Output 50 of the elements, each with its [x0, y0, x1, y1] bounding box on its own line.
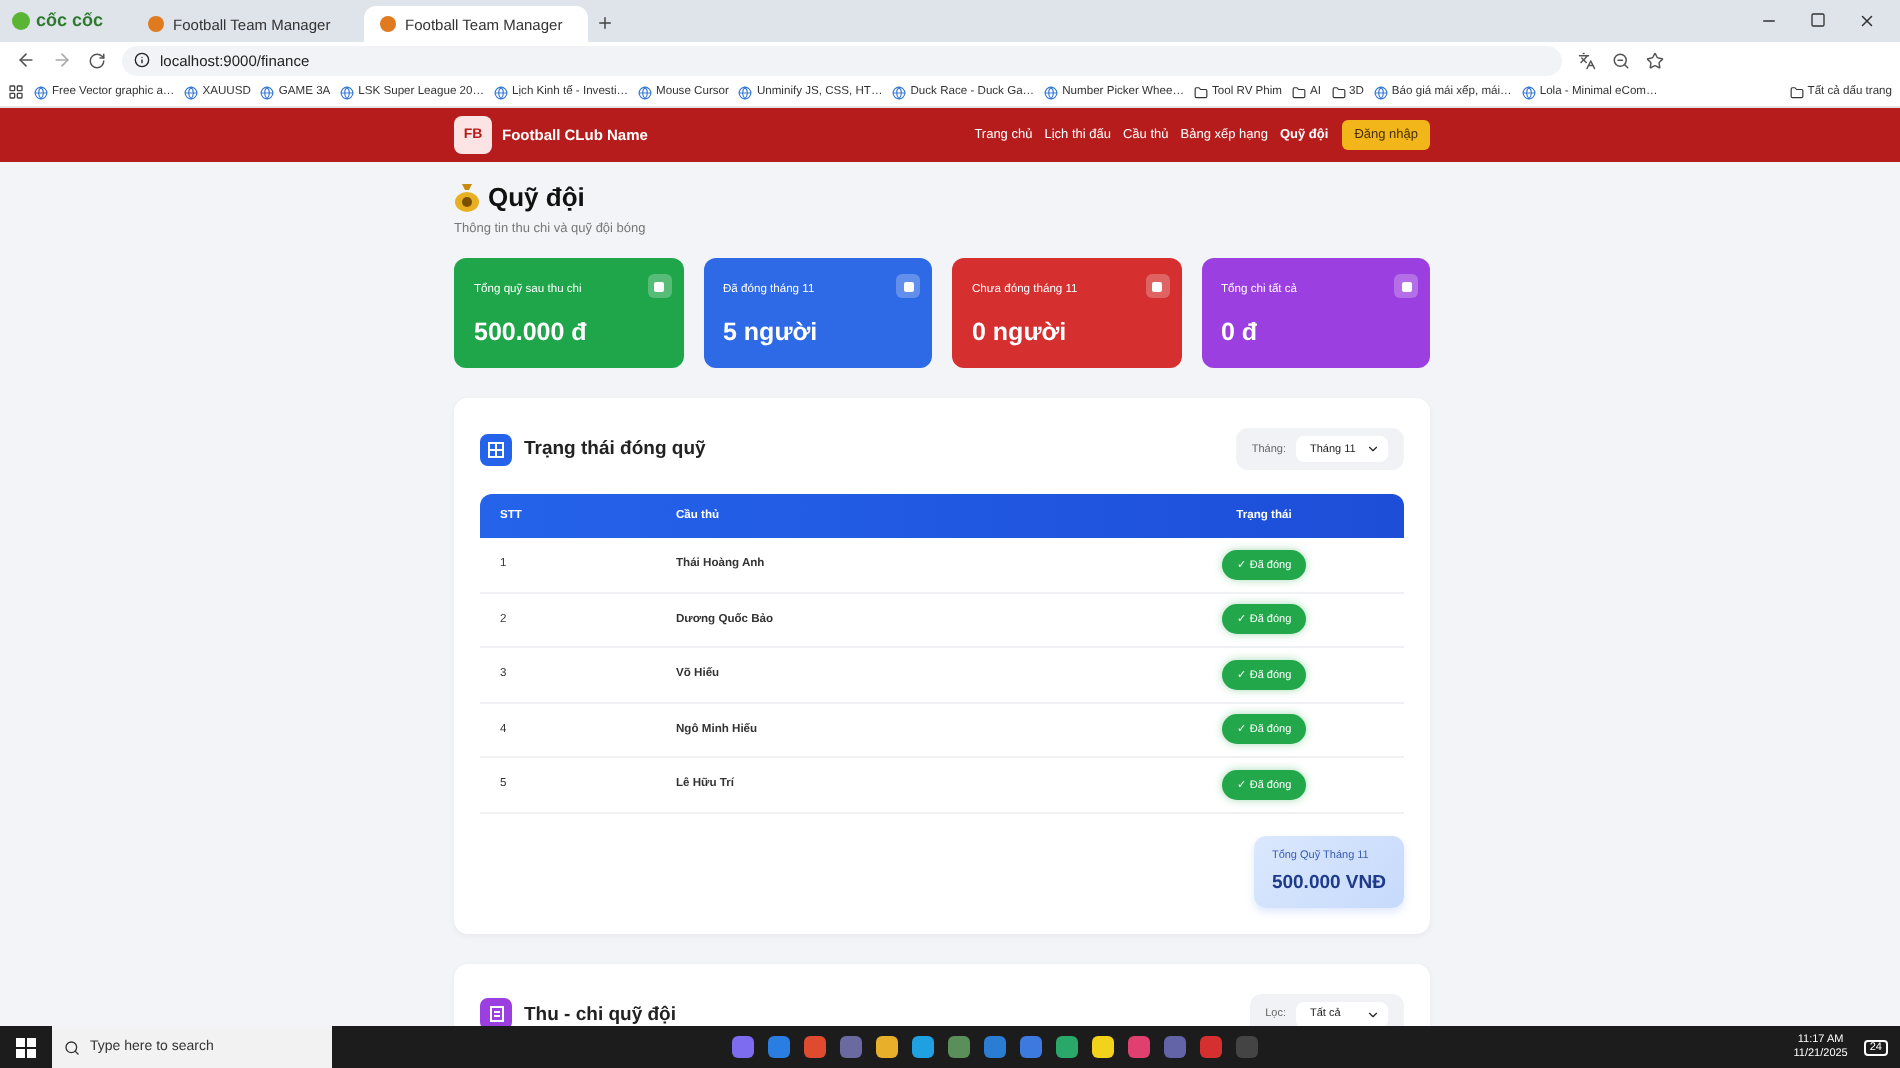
section-title: Trạng thái đóng quỹ [524, 438, 706, 460]
zoom-out-icon[interactable] [1612, 51, 1630, 69]
close-icon[interactable] [1858, 12, 1876, 30]
folder-icon [1331, 85, 1345, 99]
info-icon[interactable] [134, 52, 150, 68]
money-bag-icon [454, 182, 480, 212]
stat-icon [896, 274, 920, 298]
globe-icon [1521, 85, 1536, 99]
folder-icon [1194, 85, 1208, 99]
ball-icon [379, 16, 396, 32]
stat-value: 0 đ [1221, 318, 1260, 346]
table-icon [480, 433, 512, 465]
search-icon [64, 1039, 80, 1055]
stat-icon [647, 274, 671, 298]
apps-icon[interactable] [8, 84, 24, 100]
stat-value: 5 người [723, 318, 820, 346]
stat-icon [1145, 274, 1169, 298]
chevron-down-icon [1366, 442, 1380, 456]
windows-icon [16, 1037, 36, 1057]
globe-icon [892, 85, 907, 99]
globe-icon [738, 85, 753, 99]
stat-value: 0 người [972, 318, 1069, 346]
maximize-icon[interactable] [1810, 12, 1826, 28]
app-icon[interactable] [1092, 1036, 1114, 1058]
globe-icon [184, 85, 199, 99]
globe-icon [260, 85, 275, 99]
app-icon[interactable] [1056, 1036, 1078, 1058]
chevron-down-icon [1366, 1007, 1380, 1021]
ball-icon [147, 16, 164, 32]
globe-icon [1373, 85, 1388, 99]
translate-icon[interactable] [1578, 51, 1596, 69]
globe-icon [340, 85, 355, 99]
app-icon[interactable] [876, 1036, 898, 1058]
globe-icon [1044, 85, 1059, 99]
total-value: 500.000 VNĐ [1271, 871, 1386, 893]
back-icon[interactable] [16, 50, 36, 70]
folder-icon [1789, 85, 1804, 99]
globe-icon [34, 85, 48, 99]
globe-icon [494, 85, 509, 99]
stat-icon [1394, 274, 1418, 298]
section-title: Thu - chi quỹ đội [524, 1003, 676, 1025]
reload-icon[interactable] [88, 51, 106, 69]
folder-icon [1292, 85, 1307, 99]
star-icon[interactable] [1646, 51, 1664, 69]
page-title: Quỹ đội [488, 182, 585, 212]
stat-value: 500.000 đ [474, 318, 589, 346]
browser-logo: cốc cốc [12, 10, 124, 42]
app-icon[interactable] [912, 1036, 934, 1058]
new-tab-icon[interactable] [595, 14, 614, 32]
globe-icon [638, 85, 653, 99]
